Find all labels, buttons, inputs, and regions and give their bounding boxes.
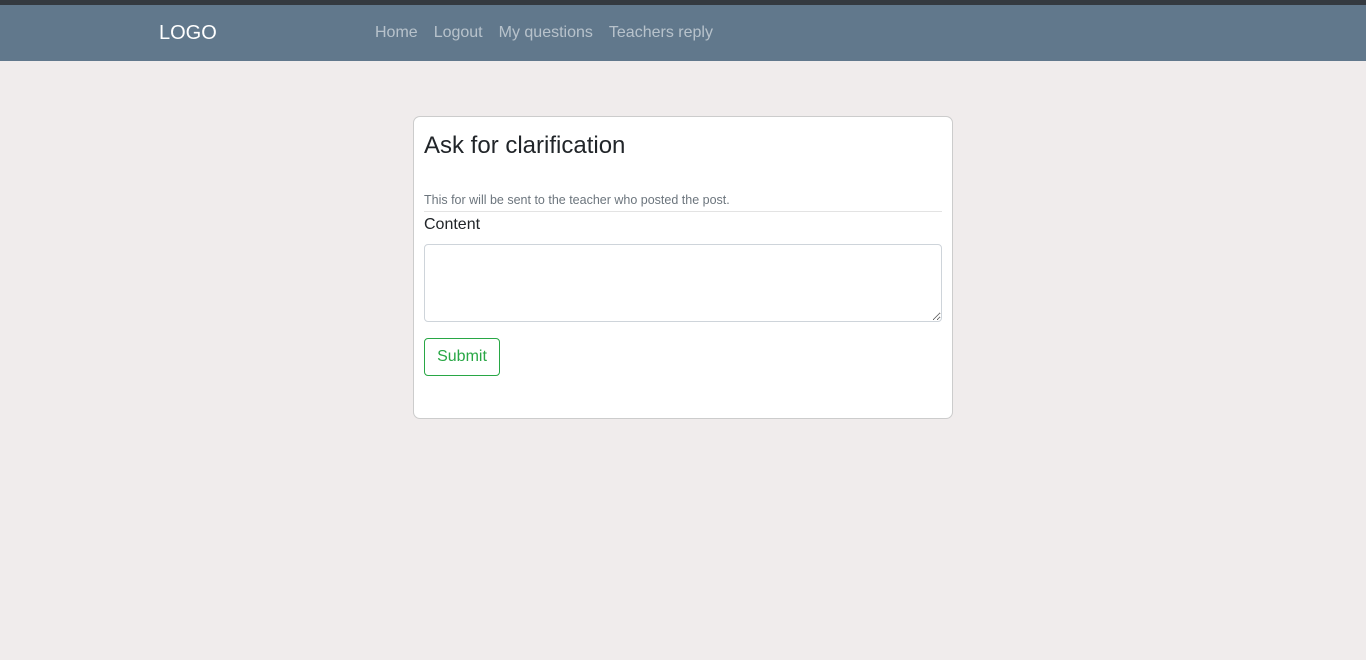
card-title: Ask for clarification (424, 132, 626, 159)
submit-button[interactable]: Submit (424, 338, 500, 376)
content-label: Content (424, 216, 481, 233)
brand-logo[interactable]: LOGO (159, 5, 217, 61)
nav-link-my-questions[interactable]: My questions (491, 24, 601, 42)
form-hint: This for will be sent to the teacher who… (424, 193, 730, 207)
divider (424, 211, 942, 212)
clarification-card: Ask for clarification This for will be s… (413, 116, 953, 419)
nav-link-logout[interactable]: Logout (426, 24, 491, 42)
content-textarea[interactable] (424, 244, 942, 322)
nav-link-teachers-reply[interactable]: Teachers reply (601, 24, 721, 42)
nav-links: Home Logout My questions Teachers reply (367, 5, 721, 61)
nav-link-home[interactable]: Home (367, 24, 426, 42)
navbar: LOGO Home Logout My questions Teachers r… (0, 5, 1366, 61)
